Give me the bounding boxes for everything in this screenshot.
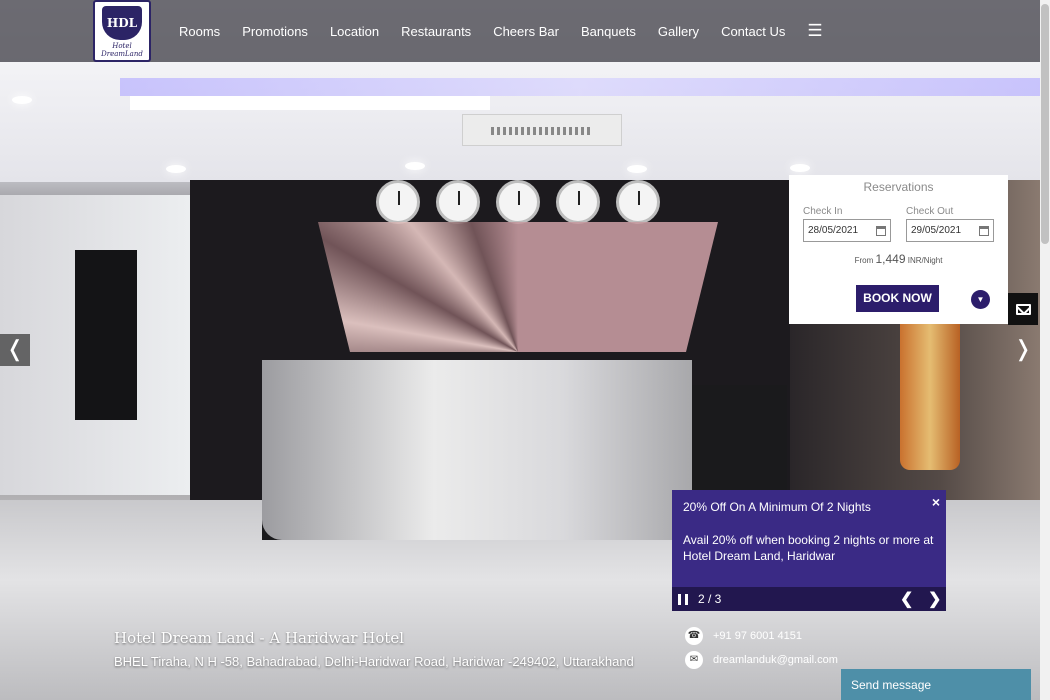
hotel-address: BHEL Tiraha, N H -58, Bahadrabad, Delhi-…	[114, 654, 634, 669]
pause-icon[interactable]	[678, 593, 688, 605]
send-message-button[interactable]: Send message	[841, 669, 1031, 700]
promo-popup: 20% Off On A Minimum Of 2 Nights Avail 2…	[672, 490, 946, 611]
nav-promotions[interactable]: Promotions	[242, 24, 308, 39]
hotel-logo[interactable]: HDL Hotel DreamLand	[93, 0, 151, 62]
slider-next-button[interactable]: ❭	[1008, 334, 1038, 366]
reservation-dates: Check In 28/05/2021 Check Out 29/05/2021	[789, 206, 1008, 242]
nav-cheers-bar[interactable]: Cheers Bar	[493, 24, 559, 39]
hamburger-icon[interactable]: ☰	[807, 21, 822, 41]
check-in-value: 28/05/2021	[808, 225, 859, 236]
ceiling-spotlight	[12, 96, 32, 104]
ceiling-spotlight	[627, 165, 647, 173]
wall-clock	[616, 180, 660, 224]
check-in-group: Check In 28/05/2021	[803, 206, 891, 242]
ceiling-spotlight	[166, 165, 186, 173]
logo-badge: HDL	[102, 6, 142, 40]
promo-counter: 2 / 3	[698, 592, 722, 606]
price-info: From 1,449 INR/Night	[789, 252, 1008, 266]
book-now-button[interactable]: BOOK NOW	[856, 285, 939, 312]
check-in-label: Check In	[803, 206, 843, 217]
promo-body: 20% Off On A Minimum Of 2 Nights Avail 2…	[672, 490, 946, 587]
close-icon[interactable]: ×	[932, 494, 940, 510]
scrollbar-thumb[interactable]	[1041, 4, 1049, 244]
nav-rooms[interactable]: Rooms	[179, 24, 220, 39]
phone-number[interactable]: +91 97 6001 4151	[713, 630, 802, 642]
reception-desk	[262, 360, 692, 540]
ceiling-spotlight	[790, 164, 810, 172]
check-out-input[interactable]: 29/05/2021	[906, 219, 994, 242]
calendar-icon[interactable]	[876, 225, 886, 236]
header-bar: HDL Hotel DreamLand Rooms Promotions Loc…	[0, 0, 1040, 62]
nav-gallery[interactable]: Gallery	[658, 24, 699, 39]
nav-contact-us[interactable]: Contact Us	[721, 24, 785, 39]
calendar-icon[interactable]	[979, 225, 989, 236]
reservations-panel: Reservations Check In 28/05/2021 Check O…	[789, 175, 1008, 324]
check-out-group: Check Out 29/05/2021	[906, 206, 994, 242]
email-address[interactable]: dreamlanduk@gmail.com	[713, 654, 838, 666]
check-in-input[interactable]: 28/05/2021	[803, 219, 891, 242]
nav-restaurants[interactable]: Restaurants	[401, 24, 471, 39]
ac-unit	[462, 114, 622, 146]
wall-clock	[376, 180, 420, 224]
wall-clock	[436, 180, 480, 224]
promo-title: 20% Off On A Minimum Of 2 Nights	[683, 500, 871, 514]
price-prefix: From	[854, 256, 874, 265]
wall-clock	[496, 180, 540, 224]
promo-text: Avail 20% off when booking 2 nights or m…	[683, 533, 934, 563]
price-suffix: INR/Night	[907, 256, 943, 265]
envelope-icon	[1015, 303, 1031, 315]
logo-caption: Hotel DreamLand	[101, 42, 143, 58]
contact-phone[interactable]: ☎ +91 97 6001 4151	[685, 627, 802, 645]
promo-controls: 2 / 3 ❮ ❯	[672, 587, 946, 611]
side-mail-button[interactable]	[1008, 293, 1038, 325]
reservations-title: Reservations	[863, 180, 934, 194]
slider-prev-button[interactable]: ❬	[0, 334, 30, 366]
chevron-down-icon[interactable]: ▼	[971, 290, 990, 309]
phone-icon: ☎	[685, 627, 703, 645]
price-amount: 1,449	[875, 252, 906, 266]
main-nav: Rooms Promotions Location Restaurants Ch…	[168, 0, 823, 62]
reception-sunburst-decor	[318, 222, 718, 352]
nav-location[interactable]: Location	[330, 24, 379, 39]
left-doorway	[75, 250, 137, 420]
ceiling-panel	[130, 96, 490, 110]
check-out-value: 29/05/2021	[911, 225, 962, 236]
promo-prev-button[interactable]: ❮	[900, 589, 913, 609]
wall-light	[900, 300, 960, 470]
hotel-name: Hotel Dream Land - A Haridwar Hotel	[114, 629, 405, 647]
wall-clock	[556, 180, 600, 224]
contact-email[interactable]: ✉ dreamlanduk@gmail.com	[685, 651, 838, 669]
promo-next-button[interactable]: ❯	[928, 589, 941, 609]
page-scrollbar[interactable]	[1040, 0, 1050, 700]
ceiling-spotlight	[405, 162, 425, 170]
ceiling-light-strip	[120, 78, 1040, 96]
nav-banquets[interactable]: Banquets	[581, 24, 636, 39]
check-out-label: Check Out	[906, 206, 954, 217]
email-icon: ✉	[685, 651, 703, 669]
